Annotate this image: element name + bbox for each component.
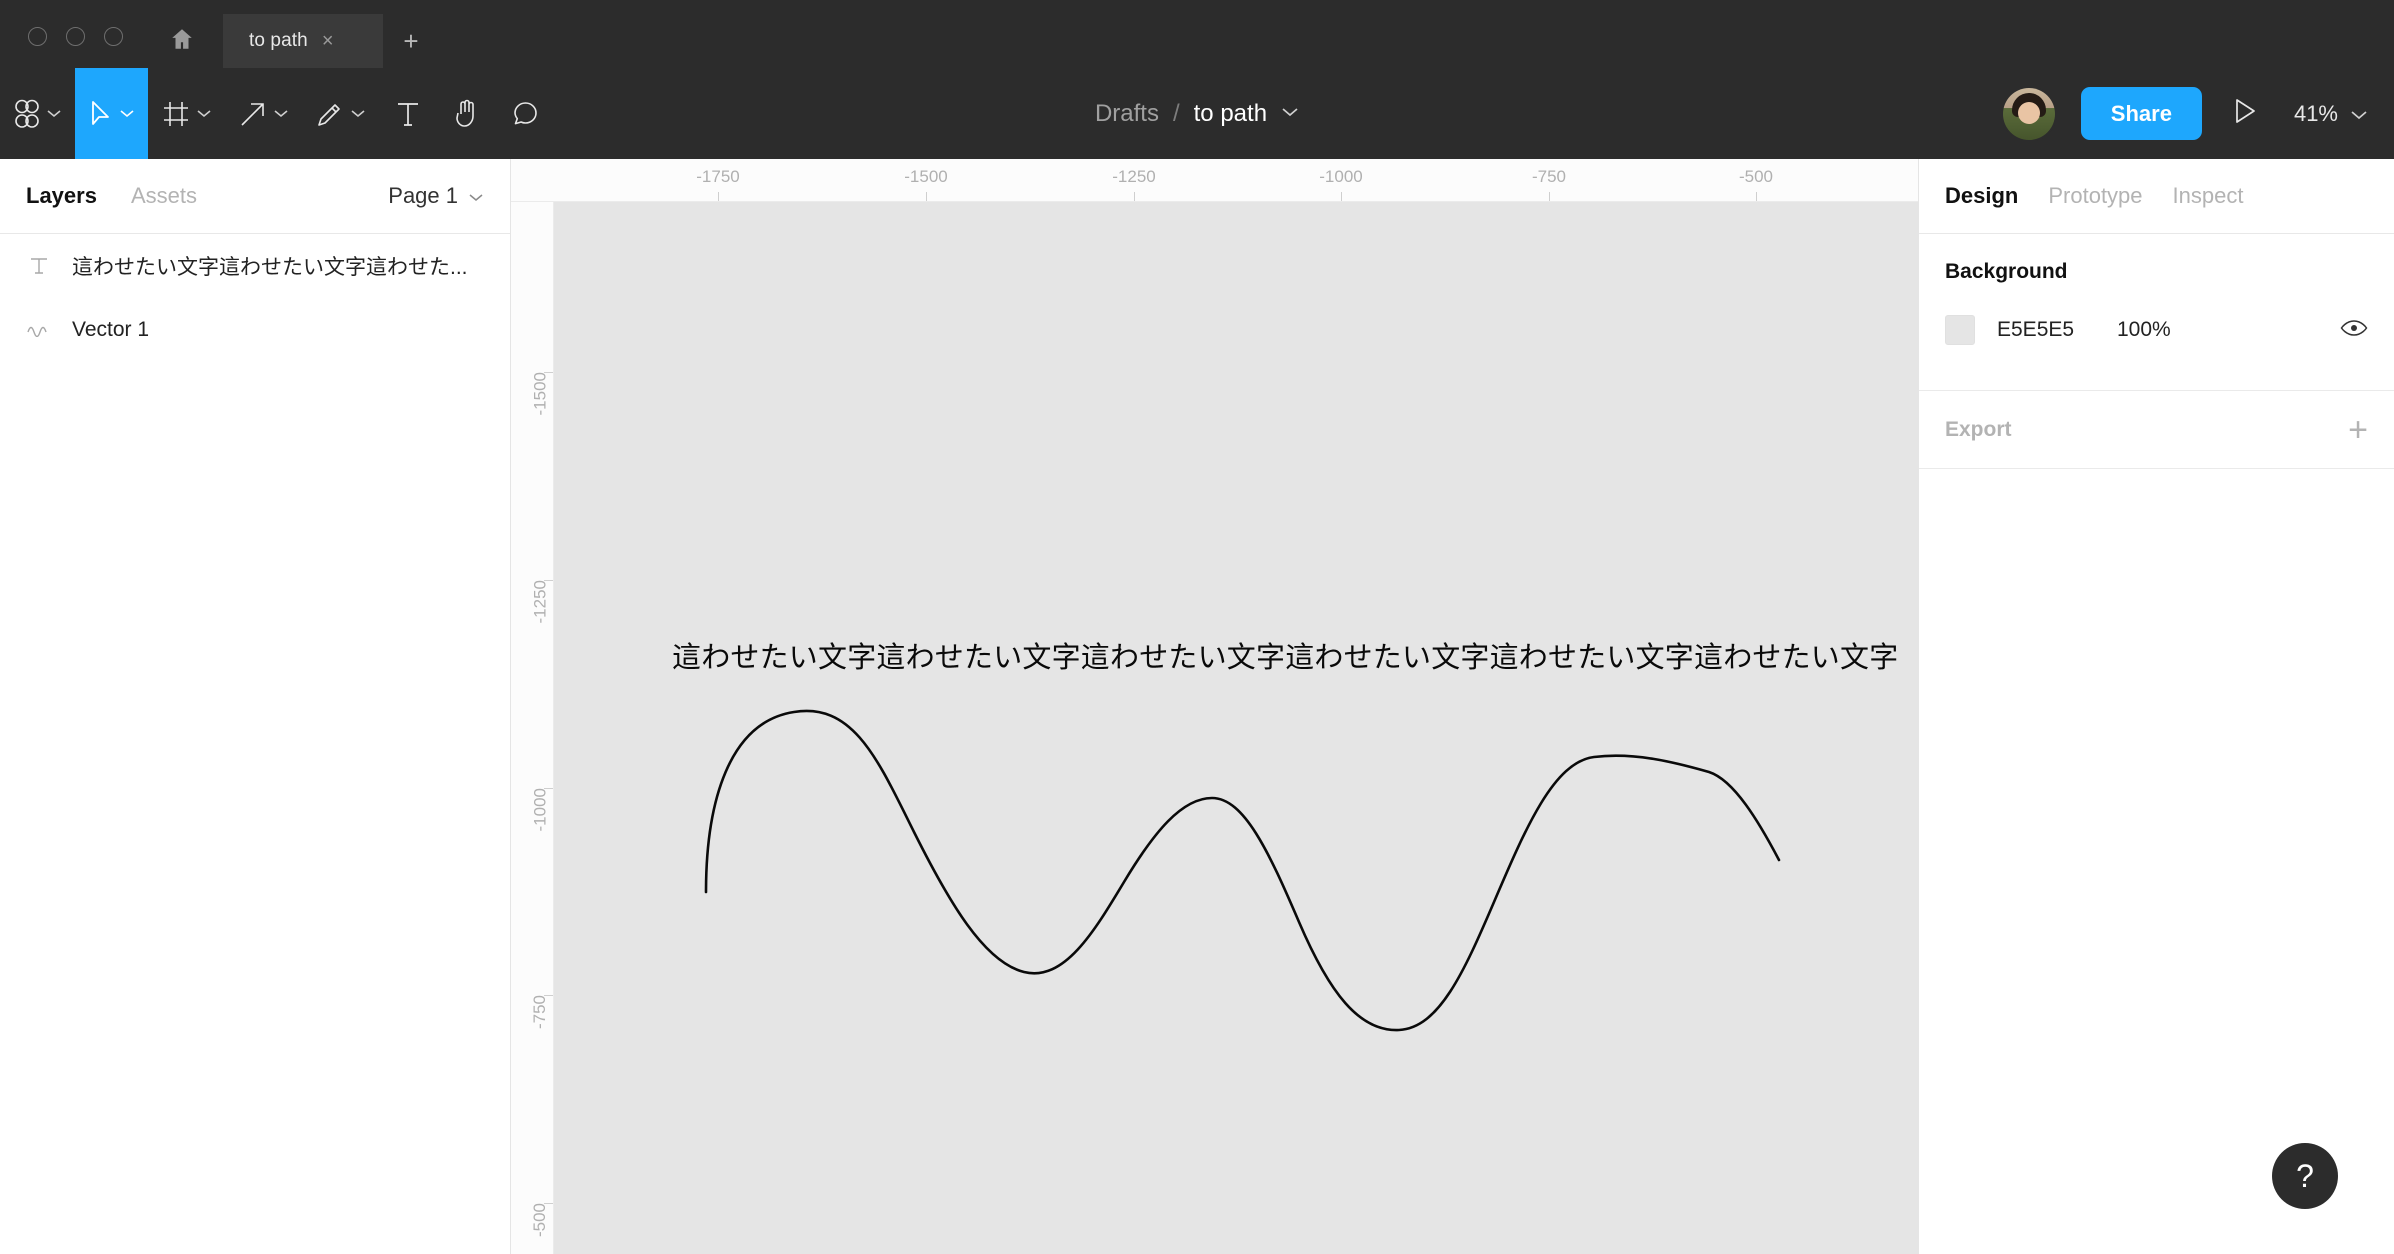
ruler-h-label: -1000 (1319, 167, 1362, 187)
tool-comment[interactable] (496, 68, 556, 159)
tab-design[interactable]: Design (1945, 183, 2018, 209)
color-swatch[interactable] (1945, 315, 1975, 345)
home-button[interactable] (151, 0, 213, 68)
page-selector[interactable]: Page 1 (388, 183, 484, 209)
tab-inspect[interactable]: Inspect (2173, 183, 2244, 209)
ruler-v-label: -1250 (530, 580, 550, 623)
chevron-down-icon (274, 109, 288, 118)
close-icon[interactable]: × (318, 29, 338, 53)
new-tab-button[interactable]: + (383, 14, 439, 68)
list-item[interactable]: Vector 1 (0, 298, 510, 362)
breadcrumb-file-name[interactable]: to path (1194, 100, 1267, 128)
chevron-down-icon (468, 183, 484, 209)
chevron-down-icon (47, 109, 61, 118)
arrow-icon (239, 100, 267, 128)
present-button[interactable] (2202, 97, 2288, 130)
help-button[interactable]: ? (2272, 1143, 2338, 1209)
eye-icon[interactable] (2340, 319, 2368, 342)
ruler-h-label: -750 (1532, 167, 1566, 187)
design-panel: Design Prototype Inspect Background E5E5… (1918, 159, 2394, 1254)
file-menu-chevron-down-icon[interactable] (1281, 105, 1299, 123)
avatar-face (2018, 102, 2040, 124)
chevron-down-icon (120, 109, 134, 118)
title-bar: to path × + (0, 0, 2394, 68)
figma-logo-icon (14, 99, 40, 129)
hand-icon (453, 99, 480, 128)
ruler-v-label: -500 (530, 1203, 550, 1237)
add-export-button[interactable]: + (2348, 413, 2368, 447)
zoom-level-label: 41% (2294, 101, 2338, 127)
text-layer-icon (26, 255, 52, 277)
minimize-window-icon[interactable] (66, 27, 85, 46)
ruler-v-label: -1000 (530, 788, 550, 831)
ruler-v-label: -1500 (530, 372, 550, 415)
tool-figma-menu[interactable] (0, 68, 75, 159)
pen-icon (316, 100, 344, 128)
tool-move[interactable] (75, 68, 148, 159)
cursor-icon (89, 100, 113, 128)
chevron-down-icon (197, 109, 211, 118)
list-item[interactable]: 這わせたい文字這わせたい文字這わせた... (0, 234, 510, 298)
maximize-window-icon[interactable] (104, 27, 123, 46)
color-hex-value[interactable]: E5E5E5 (1997, 318, 2117, 342)
tool-hand[interactable] (437, 68, 496, 159)
main-toolbar: Drafts / to path Share 41% (0, 68, 2394, 159)
comment-icon (512, 100, 540, 128)
section-title-background: Background (1945, 260, 2368, 284)
color-opacity-value[interactable]: 100% (2117, 318, 2171, 342)
ruler-v-label: -750 (530, 995, 550, 1029)
tab-label: to path (249, 30, 308, 52)
breadcrumb-separator: / (1173, 100, 1180, 128)
page-selector-label: Page 1 (388, 183, 458, 209)
layers-panel: Layers Assets Page 1 這わせたい文字這わせたい文字這わせた.… (0, 159, 511, 1254)
home-icon (169, 26, 195, 57)
section-title-export: Export (1945, 418, 2012, 442)
tab-prototype[interactable]: Prototype (2048, 183, 2142, 209)
tab-to-path[interactable]: to path × (223, 14, 383, 68)
window-controls (0, 27, 123, 68)
tab-strip: to path × + (223, 0, 439, 68)
ruler-h-label: -1750 (696, 167, 739, 187)
tab-layers[interactable]: Layers (26, 183, 97, 209)
tool-pen[interactable] (302, 68, 379, 159)
text-icon (395, 100, 421, 128)
vertical-ruler[interactable]: -1500 -1250 -1000 -750 -500 (511, 202, 554, 1254)
toolbar-right-cluster: Share 41% (2003, 68, 2394, 159)
layers-panel-header: Layers Assets Page 1 (0, 159, 510, 234)
close-window-icon[interactable] (28, 27, 47, 46)
chevron-down-icon (351, 109, 365, 118)
ruler-h-label: -1500 (904, 167, 947, 187)
tab-assets[interactable]: Assets (131, 183, 197, 209)
design-panel-tabs: Design Prototype Inspect (1919, 159, 2394, 234)
ruler-h-label: -500 (1739, 167, 1773, 187)
horizontal-ruler[interactable]: -1750 -1500 -1250 -1000 -750 -500 (511, 159, 1918, 202)
share-button[interactable]: Share (2081, 87, 2202, 140)
canvas-area[interactable]: -1750 -1500 -1250 -1000 -750 -500 -1500 … (511, 159, 1918, 1254)
frame-icon (162, 100, 190, 128)
canvas-vector-path[interactable] (554, 202, 1918, 1254)
layer-name: Vector 1 (72, 318, 149, 342)
background-color-row: E5E5E5 100% (1945, 310, 2368, 350)
breadcrumb-root[interactable]: Drafts (1095, 100, 1159, 128)
vector-layer-icon (26, 323, 52, 337)
chevron-down-icon (2350, 101, 2368, 127)
figma-app-window: to path × + (0, 0, 2394, 1254)
layer-name: 這わせたい文字這わせたい文字這わせた... (72, 251, 468, 281)
tool-frame[interactable] (148, 68, 225, 159)
avatar[interactable] (2003, 88, 2055, 140)
tool-shape[interactable] (225, 68, 302, 159)
zoom-control[interactable]: 41% (2288, 101, 2368, 127)
artboard[interactable]: 這わせたい文字這わせたい文字這わせたい文字這わせたい文字這わせたい文字這わせたい… (554, 202, 1918, 1254)
tool-text[interactable] (379, 68, 437, 159)
export-section: Export + (1919, 391, 2394, 469)
play-icon (2232, 97, 2258, 130)
background-section: Background E5E5E5 100% (1919, 234, 2394, 350)
ruler-h-label: -1250 (1112, 167, 1155, 187)
